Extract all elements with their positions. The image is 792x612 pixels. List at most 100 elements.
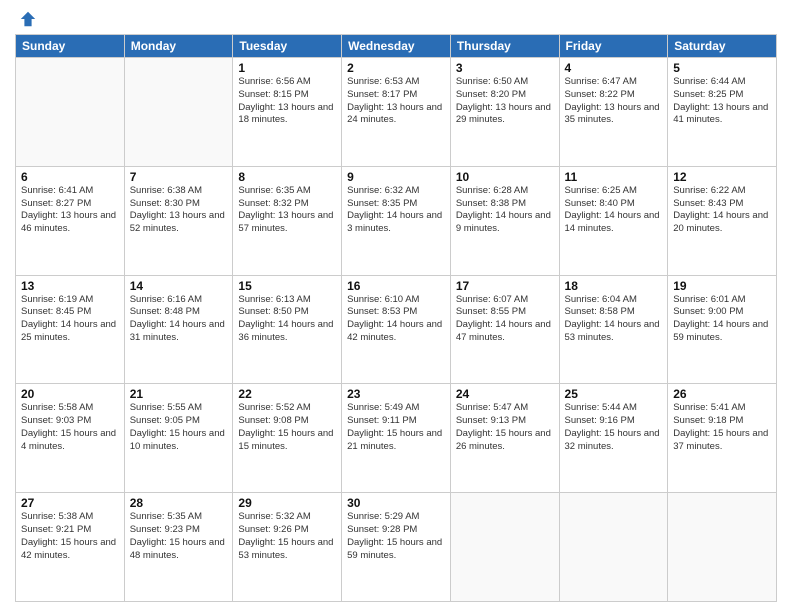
day-info: Sunrise: 5:38 AM Sunset: 9:21 PM Dayligh… — [21, 511, 119, 562]
calendar-cell: 6Sunrise: 6:41 AM Sunset: 8:27 PM Daylig… — [16, 166, 125, 275]
day-info: Sunrise: 6:32 AM Sunset: 8:35 PM Dayligh… — [347, 185, 445, 236]
day-number: 14 — [130, 279, 228, 293]
calendar-cell: 18Sunrise: 6:04 AM Sunset: 8:58 PM Dayli… — [559, 275, 668, 384]
calendar-cell: 7Sunrise: 6:38 AM Sunset: 8:30 PM Daylig… — [124, 166, 233, 275]
day-info: Sunrise: 6:13 AM Sunset: 8:50 PM Dayligh… — [238, 294, 336, 345]
calendar-cell — [559, 493, 668, 602]
calendar-cell: 23Sunrise: 5:49 AM Sunset: 9:11 PM Dayli… — [342, 384, 451, 493]
calendar-cell: 3Sunrise: 6:50 AM Sunset: 8:20 PM Daylig… — [450, 58, 559, 167]
calendar-cell: 15Sunrise: 6:13 AM Sunset: 8:50 PM Dayli… — [233, 275, 342, 384]
day-number: 8 — [238, 170, 336, 184]
column-header-saturday: Saturday — [668, 35, 777, 58]
calendar-cell: 13Sunrise: 6:19 AM Sunset: 8:45 PM Dayli… — [16, 275, 125, 384]
day-info: Sunrise: 6:38 AM Sunset: 8:30 PM Dayligh… — [130, 185, 228, 236]
column-header-thursday: Thursday — [450, 35, 559, 58]
day-number: 23 — [347, 387, 445, 401]
calendar-cell: 10Sunrise: 6:28 AM Sunset: 8:38 PM Dayli… — [450, 166, 559, 275]
calendar-cell: 5Sunrise: 6:44 AM Sunset: 8:25 PM Daylig… — [668, 58, 777, 167]
day-info: Sunrise: 6:04 AM Sunset: 8:58 PM Dayligh… — [565, 294, 663, 345]
logo-icon — [19, 10, 37, 28]
day-number: 27 — [21, 496, 119, 510]
day-info: Sunrise: 5:55 AM Sunset: 9:05 PM Dayligh… — [130, 402, 228, 453]
day-info: Sunrise: 6:25 AM Sunset: 8:40 PM Dayligh… — [565, 185, 663, 236]
day-info: Sunrise: 6:56 AM Sunset: 8:15 PM Dayligh… — [238, 76, 336, 127]
day-number: 3 — [456, 61, 554, 75]
day-info: Sunrise: 6:07 AM Sunset: 8:55 PM Dayligh… — [456, 294, 554, 345]
day-number: 9 — [347, 170, 445, 184]
calendar-cell: 30Sunrise: 5:29 AM Sunset: 9:28 PM Dayli… — [342, 493, 451, 602]
day-number: 20 — [21, 387, 119, 401]
calendar-cell: 28Sunrise: 5:35 AM Sunset: 9:23 PM Dayli… — [124, 493, 233, 602]
column-header-wednesday: Wednesday — [342, 35, 451, 58]
calendar-cell: 14Sunrise: 6:16 AM Sunset: 8:48 PM Dayli… — [124, 275, 233, 384]
day-info: Sunrise: 5:35 AM Sunset: 9:23 PM Dayligh… — [130, 511, 228, 562]
calendar-cell: 11Sunrise: 6:25 AM Sunset: 8:40 PM Dayli… — [559, 166, 668, 275]
day-info: Sunrise: 5:52 AM Sunset: 9:08 PM Dayligh… — [238, 402, 336, 453]
day-number: 13 — [21, 279, 119, 293]
calendar-cell — [668, 493, 777, 602]
day-number: 30 — [347, 496, 445, 510]
day-info: Sunrise: 6:47 AM Sunset: 8:22 PM Dayligh… — [565, 76, 663, 127]
calendar-cell: 22Sunrise: 5:52 AM Sunset: 9:08 PM Dayli… — [233, 384, 342, 493]
day-number: 24 — [456, 387, 554, 401]
day-info: Sunrise: 5:41 AM Sunset: 9:18 PM Dayligh… — [673, 402, 771, 453]
day-number: 18 — [565, 279, 663, 293]
day-info: Sunrise: 6:44 AM Sunset: 8:25 PM Dayligh… — [673, 76, 771, 127]
day-number: 1 — [238, 61, 336, 75]
day-number: 5 — [673, 61, 771, 75]
day-info: Sunrise: 6:01 AM Sunset: 9:00 PM Dayligh… — [673, 294, 771, 345]
day-number: 12 — [673, 170, 771, 184]
day-info: Sunrise: 5:44 AM Sunset: 9:16 PM Dayligh… — [565, 402, 663, 453]
calendar-cell: 21Sunrise: 5:55 AM Sunset: 9:05 PM Dayli… — [124, 384, 233, 493]
day-info: Sunrise: 5:47 AM Sunset: 9:13 PM Dayligh… — [456, 402, 554, 453]
calendar-table: SundayMondayTuesdayWednesdayThursdayFrid… — [15, 34, 777, 602]
calendar-cell: 27Sunrise: 5:38 AM Sunset: 9:21 PM Dayli… — [16, 493, 125, 602]
column-header-sunday: Sunday — [16, 35, 125, 58]
day-number: 28 — [130, 496, 228, 510]
calendar-cell: 1Sunrise: 6:56 AM Sunset: 8:15 PM Daylig… — [233, 58, 342, 167]
day-info: Sunrise: 5:58 AM Sunset: 9:03 PM Dayligh… — [21, 402, 119, 453]
day-info: Sunrise: 6:16 AM Sunset: 8:48 PM Dayligh… — [130, 294, 228, 345]
logo — [15, 10, 37, 28]
day-number: 15 — [238, 279, 336, 293]
calendar-cell — [16, 58, 125, 167]
calendar-cell: 26Sunrise: 5:41 AM Sunset: 9:18 PM Dayli… — [668, 384, 777, 493]
calendar-cell: 16Sunrise: 6:10 AM Sunset: 8:53 PM Dayli… — [342, 275, 451, 384]
day-info: Sunrise: 6:22 AM Sunset: 8:43 PM Dayligh… — [673, 185, 771, 236]
day-info: Sunrise: 6:19 AM Sunset: 8:45 PM Dayligh… — [21, 294, 119, 345]
day-number: 11 — [565, 170, 663, 184]
day-number: 10 — [456, 170, 554, 184]
day-info: Sunrise: 5:49 AM Sunset: 9:11 PM Dayligh… — [347, 402, 445, 453]
day-number: 22 — [238, 387, 336, 401]
day-number: 7 — [130, 170, 228, 184]
column-header-tuesday: Tuesday — [233, 35, 342, 58]
calendar-cell: 24Sunrise: 5:47 AM Sunset: 9:13 PM Dayli… — [450, 384, 559, 493]
day-info: Sunrise: 6:41 AM Sunset: 8:27 PM Dayligh… — [21, 185, 119, 236]
day-number: 25 — [565, 387, 663, 401]
calendar-cell: 20Sunrise: 5:58 AM Sunset: 9:03 PM Dayli… — [16, 384, 125, 493]
day-number: 17 — [456, 279, 554, 293]
calendar-cell: 29Sunrise: 5:32 AM Sunset: 9:26 PM Dayli… — [233, 493, 342, 602]
calendar-cell — [450, 493, 559, 602]
day-number: 29 — [238, 496, 336, 510]
calendar-cell: 8Sunrise: 6:35 AM Sunset: 8:32 PM Daylig… — [233, 166, 342, 275]
day-number: 16 — [347, 279, 445, 293]
calendar-cell: 4Sunrise: 6:47 AM Sunset: 8:22 PM Daylig… — [559, 58, 668, 167]
calendar-cell: 2Sunrise: 6:53 AM Sunset: 8:17 PM Daylig… — [342, 58, 451, 167]
day-number: 21 — [130, 387, 228, 401]
day-number: 6 — [21, 170, 119, 184]
day-number: 4 — [565, 61, 663, 75]
calendar-cell: 19Sunrise: 6:01 AM Sunset: 9:00 PM Dayli… — [668, 275, 777, 384]
calendar-cell: 9Sunrise: 6:32 AM Sunset: 8:35 PM Daylig… — [342, 166, 451, 275]
day-info: Sunrise: 6:35 AM Sunset: 8:32 PM Dayligh… — [238, 185, 336, 236]
day-number: 19 — [673, 279, 771, 293]
day-number: 26 — [673, 387, 771, 401]
calendar-cell: 17Sunrise: 6:07 AM Sunset: 8:55 PM Dayli… — [450, 275, 559, 384]
day-info: Sunrise: 6:28 AM Sunset: 8:38 PM Dayligh… — [456, 185, 554, 236]
column-header-monday: Monday — [124, 35, 233, 58]
day-number: 2 — [347, 61, 445, 75]
day-info: Sunrise: 5:32 AM Sunset: 9:26 PM Dayligh… — [238, 511, 336, 562]
calendar-cell: 12Sunrise: 6:22 AM Sunset: 8:43 PM Dayli… — [668, 166, 777, 275]
calendar-cell — [124, 58, 233, 167]
day-info: Sunrise: 6:50 AM Sunset: 8:20 PM Dayligh… — [456, 76, 554, 127]
